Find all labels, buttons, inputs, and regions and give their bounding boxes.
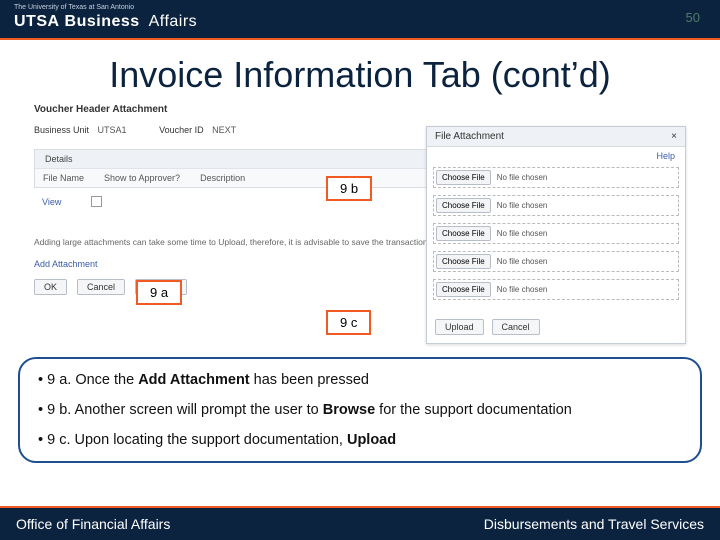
instruction-box: 9 a. Once the Add Attachment has been pr… [18,357,702,463]
choose-file-button[interactable]: Choose File [436,226,491,241]
file-row: Choose File No file chosen [433,279,679,300]
instruction-9c: 9 c. Upon locating the support documenta… [38,431,682,449]
file-attachment-modal: File Attachment × Help Choose File No fi… [426,126,686,344]
instruction-9b: 9 b. Another screen will prompt the user… [38,401,682,419]
col-filename: File Name [43,173,84,183]
view-link[interactable]: View [42,197,61,207]
vid-label: Voucher ID [159,125,204,135]
no-file-text: No file chosen [497,201,548,210]
footer-left: Office of Financial Affairs [16,516,170,532]
file-row: Choose File No file chosen [433,195,679,216]
no-file-text: No file chosen [497,285,548,294]
file-rows: Choose File No file chosen Choose File N… [427,161,685,315]
modal-cancel-button[interactable]: Cancel [492,319,540,335]
vid-value: NEXT [212,125,236,135]
add-attachment-link[interactable]: Add Attachment [34,259,98,269]
col-show-approver: Show to Approver? [104,173,180,183]
instruction-9a: 9 a. Once the Add Attachment has been pr… [38,371,682,389]
bu-label: Business Unit [34,125,89,135]
logo-affairs: Affairs [149,13,198,30]
show-approver-checkbox[interactable] [91,196,102,207]
help-link[interactable]: Help [427,147,685,161]
upload-button[interactable]: Upload [435,319,484,335]
vha-section-title: Voucher Header Attachment [34,104,686,115]
logo-utsa: UTSA [14,13,60,30]
logo-business: Business [65,13,140,30]
ok-button[interactable]: OK [34,279,67,295]
modal-title: File Attachment [435,131,504,142]
callout-9b: 9 b [326,176,372,201]
no-file-text: No file chosen [497,173,548,182]
header-bar: The University of Texas at San Antonio U… [0,0,720,38]
utsa-logo: UTSA Business Affairs [14,13,197,31]
no-file-text: No file chosen [497,229,548,238]
bu-value: UTSA1 [98,125,127,135]
file-row: Choose File No file chosen [433,167,679,188]
footer-right: Disbursements and Travel Services [484,516,704,532]
col-description: Description [200,173,245,183]
close-icon[interactable]: × [671,131,677,142]
choose-file-button[interactable]: Choose File [436,170,491,185]
screenshot-area: Voucher Header Attachment Business Unit … [34,104,686,349]
file-row: Choose File No file chosen [433,223,679,244]
choose-file-button[interactable]: Choose File [436,198,491,213]
slide-title: Invoice Information Tab (cont’d) [0,54,720,96]
cancel-button[interactable]: Cancel [77,279,125,295]
callout-9c: 9 c [326,310,371,335]
file-row: Choose File No file chosen [433,251,679,272]
university-name: The University of Texas at San Antonio [14,4,134,11]
header-rule [0,38,720,40]
page-number: 50 [686,10,700,25]
choose-file-button[interactable]: Choose File [436,282,491,297]
choose-file-button[interactable]: Choose File [436,254,491,269]
footer-bar: Office of Financial Affairs Disbursement… [0,508,720,540]
details-tab[interactable]: Details [35,154,83,164]
callout-9a: 9 a [136,280,182,305]
no-file-text: No file chosen [497,257,548,266]
